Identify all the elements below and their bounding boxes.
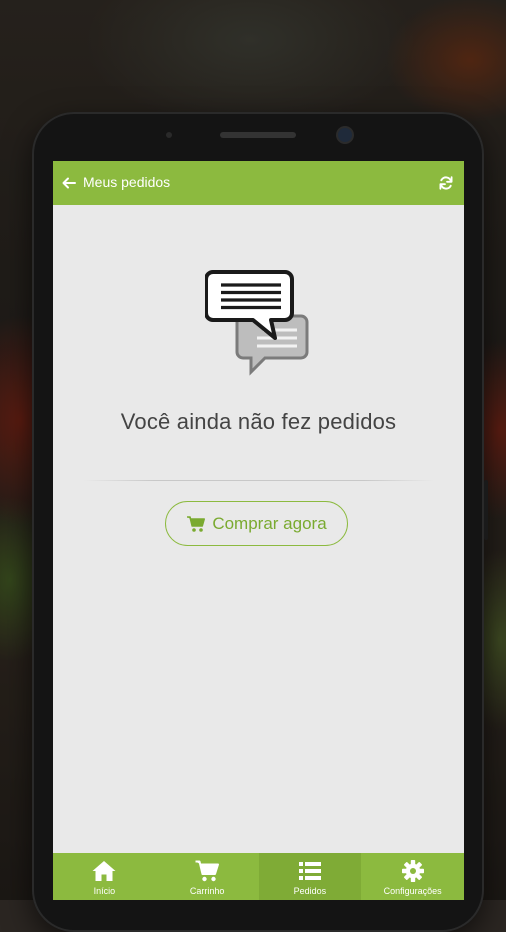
- list-icon: [298, 862, 321, 880]
- nav-label: Pedidos: [293, 886, 327, 896]
- nav-label: Carrinho: [189, 886, 225, 896]
- side-button: [484, 480, 488, 540]
- nav-label: Início: [93, 886, 116, 896]
- app-bar: Meus pedidos: [53, 161, 464, 205]
- nav-item-configuracoes[interactable]: Configurações: [361, 853, 464, 900]
- shop-now-label: Comprar agora: [212, 513, 327, 533]
- chat-bubbles-icon: [205, 270, 309, 376]
- refresh-icon[interactable]: [438, 175, 454, 191]
- nav-item-pedidos[interactable]: Pedidos: [258, 853, 362, 900]
- arrow-left-icon[interactable]: [61, 175, 77, 191]
- earpiece-speaker: [220, 132, 296, 138]
- home-icon: [92, 861, 116, 881]
- bottom-navigation: Início Carrinho Pedidos Configurações: [53, 853, 464, 900]
- page-title: Meus pedidos: [83, 174, 171, 190]
- nav-item-inicio[interactable]: Início: [53, 853, 156, 900]
- empty-state-message: Você ainda não fez pedidos: [120, 409, 397, 434]
- shopping-cart-icon: [187, 515, 206, 532]
- shopping-cart-icon: [195, 860, 220, 882]
- nav-label: Configurações: [383, 886, 442, 896]
- nav-item-carrinho[interactable]: Carrinho: [156, 853, 259, 900]
- gear-icon: [401, 860, 424, 882]
- divider: [83, 480, 434, 481]
- proximity-sensor: [166, 132, 172, 138]
- front-camera: [338, 128, 352, 142]
- shop-now-button[interactable]: Comprar agora: [165, 501, 348, 546]
- app-screen: Meus pedidos Você ainda não fez pedidos …: [53, 161, 464, 900]
